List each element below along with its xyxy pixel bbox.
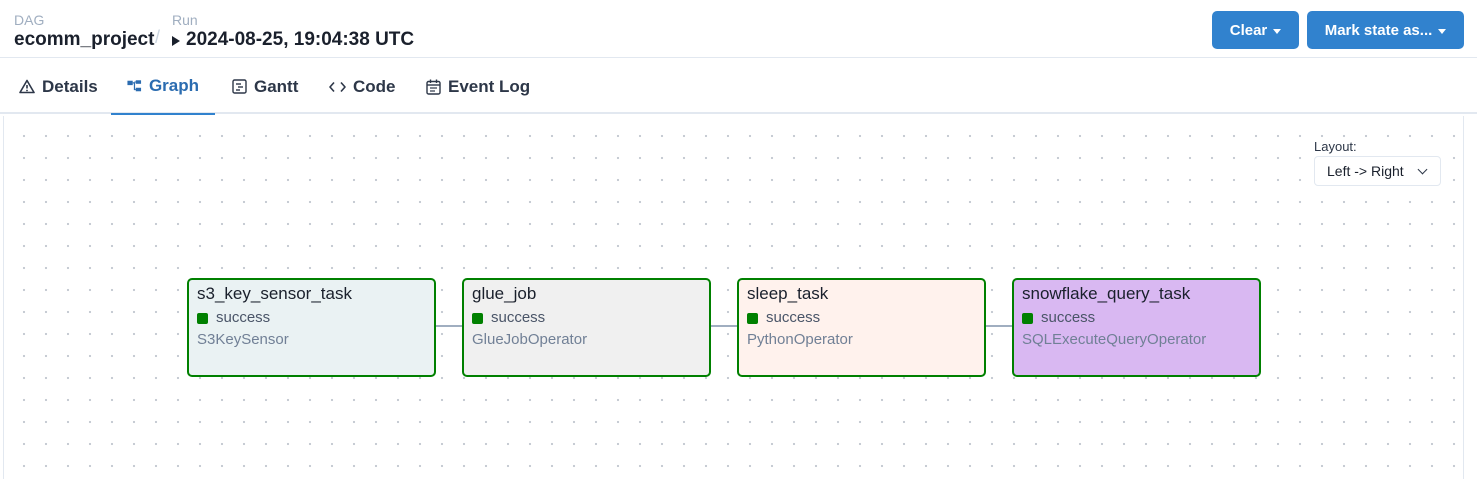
status-square-icon bbox=[747, 312, 758, 324]
clear-button-label: Clear bbox=[1229, 21, 1268, 39]
task-status: success bbox=[747, 309, 976, 327]
calendar-icon bbox=[426, 79, 441, 95]
tab-bar: Details Graph Gantt Code Event Log bbox=[0, 59, 1477, 115]
tab-graph[interactable]: Graph bbox=[111, 59, 215, 115]
status-square-icon bbox=[472, 312, 483, 324]
tab-label: Event Log bbox=[448, 76, 531, 96]
code-icon bbox=[329, 81, 346, 92]
status-square-icon bbox=[1022, 312, 1033, 324]
tab-label: Code bbox=[353, 76, 396, 96]
task-status: success bbox=[1022, 309, 1251, 327]
tab-code[interactable]: Code bbox=[313, 59, 412, 114]
task-name: sleep_task bbox=[747, 284, 829, 303]
tab-label: Details bbox=[42, 76, 98, 96]
task-status-text: success bbox=[491, 309, 546, 326]
run-id[interactable]: 2024-08-25, 19:04:38 UTC bbox=[172, 28, 414, 52]
task-name: s3_key_sensor_task bbox=[197, 284, 352, 303]
dag-label: DAG bbox=[14, 12, 45, 28]
layout-select-value: Left -> Right bbox=[1327, 163, 1404, 179]
layout-select[interactable]: Left -> Right bbox=[1314, 156, 1441, 186]
tab-details[interactable]: Details bbox=[3, 59, 114, 114]
task-node-sleep-task[interactable]: sleep_task success PythonOperator bbox=[737, 278, 986, 377]
chevron-down-icon bbox=[1273, 28, 1282, 34]
graph-edge bbox=[711, 325, 738, 327]
breadcrumb-dag[interactable]: DAG ecomm_project bbox=[14, 12, 154, 52]
dag-run-header: DAG ecomm_project / Run 2024-08-25, 19:0… bbox=[0, 0, 1477, 58]
task-operator: S3KeySensor bbox=[197, 331, 289, 348]
gantt-icon bbox=[232, 79, 247, 94]
run-label: Run bbox=[172, 12, 198, 28]
chevron-down-icon bbox=[1438, 28, 1447, 34]
graph-icon bbox=[127, 80, 142, 92]
tab-event-log[interactable]: Event Log bbox=[410, 59, 546, 114]
task-status: success bbox=[197, 309, 426, 327]
status-square-icon bbox=[197, 312, 208, 324]
graph-edge bbox=[986, 325, 1013, 327]
task-name: glue_job bbox=[472, 284, 537, 303]
clear-button[interactable]: Clear bbox=[1212, 11, 1299, 49]
chevron-down-icon bbox=[1417, 164, 1428, 175]
task-status-text: success bbox=[216, 309, 271, 326]
task-operator: PythonOperator bbox=[747, 331, 853, 348]
layout-label: Layout: bbox=[1314, 139, 1357, 154]
task-name: snowflake_query_task bbox=[1022, 284, 1191, 303]
tab-label: Gantt bbox=[254, 76, 299, 96]
mark-state-button[interactable]: Mark state as... bbox=[1307, 11, 1464, 49]
breadcrumb-separator: / bbox=[155, 27, 161, 47]
tab-label: Graph bbox=[148, 76, 199, 95]
task-status: success bbox=[472, 309, 701, 327]
task-node-s3-key-sensor-task[interactable]: s3_key_sensor_task success S3KeySensor bbox=[187, 278, 436, 377]
warning-triangle-icon bbox=[19, 79, 35, 94]
tab-gantt[interactable]: Gantt bbox=[216, 59, 314, 114]
dag-name[interactable]: ecomm_project bbox=[14, 28, 154, 52]
play-icon bbox=[172, 35, 180, 46]
breadcrumb-run[interactable]: Run 2024-08-25, 19:04:38 UTC bbox=[172, 12, 414, 52]
task-operator: GlueJobOperator bbox=[472, 331, 588, 348]
task-node-glue-job[interactable]: glue_job success GlueJobOperator bbox=[462, 278, 711, 377]
task-node-snowflake-query-task[interactable]: snowflake_query_task success SQLExecuteQ… bbox=[1012, 278, 1261, 377]
mark-state-button-label: Mark state as... bbox=[1324, 21, 1433, 39]
task-status-text: success bbox=[1041, 309, 1096, 326]
task-status-text: success bbox=[766, 309, 821, 326]
run-value: 2024-08-25, 19:04:38 UTC bbox=[186, 29, 415, 50]
task-operator: SQLExecuteQueryOperator bbox=[1022, 331, 1207, 348]
graph-edge bbox=[436, 325, 463, 327]
